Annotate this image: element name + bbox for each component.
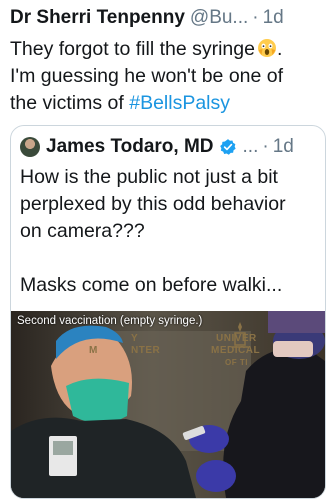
verified-badge-icon [219, 139, 236, 155]
wall-sign-left-line-3: NTER [131, 345, 161, 356]
author-handle[interactable]: @Bu... [190, 7, 248, 29]
tweet-header: Dr Sherri Tenpenny @Bu... · 1d [10, 7, 328, 33]
tweet-text-line-2: I'm guessing he won't be one of [10, 65, 284, 87]
screaming-face-icon [257, 39, 276, 57]
author-name[interactable]: Dr Sherri Tenpenny [10, 7, 185, 29]
tweet-text-line-1: They forgot to fill the syringe [10, 38, 255, 60]
vaccination-scene-image [11, 311, 325, 498]
quote-text-line-3: on camera??? [20, 220, 145, 242]
separator-dot: · [252, 7, 259, 28]
quoted-tweet[interactable]: James Todaro, MD ... · 1d How is the pub… [10, 125, 326, 499]
quote-handle-truncated: ... [242, 136, 259, 157]
tweet-time[interactable]: 1d [263, 7, 284, 29]
hashtag-link[interactable]: #BellsPalsy [129, 92, 230, 114]
quote-video-thumbnail[interactable]: Second vaccination (empty syringe.) Y M … [11, 311, 325, 498]
wall-sign-left-line-2: M [89, 345, 98, 356]
quote-text-line-4: Masks come on before walki... [20, 274, 283, 296]
tweet-text-line-3: the victims of [10, 92, 124, 114]
video-caption: Second vaccination (empty syringe.) [17, 315, 203, 327]
tweet[interactable]: Dr Sherri Tenpenny @Bu... · 1d They forg… [0, 0, 333, 500]
separator-dot: · [262, 136, 269, 157]
quote-author-name[interactable]: James Todaro, MD [46, 136, 214, 158]
quote-time[interactable]: 1d [273, 136, 294, 158]
avatar[interactable] [20, 137, 40, 157]
university-emblem-icon [232, 322, 248, 348]
wall-sign-right-line-3: OF TI [225, 358, 248, 367]
wall-sign-left-line-1: Y [131, 333, 139, 344]
quote-text-line-2: perplexed by this odd behavior [20, 193, 286, 215]
quote-text: How is the public not just a bit perplex… [20, 164, 318, 299]
quote-text-line-1: How is the public not just a bit [20, 166, 278, 188]
quote-header: James Todaro, MD ... · 1d [20, 134, 320, 160]
tweet-text: They forgot to fill the syringe . I'm gu… [10, 36, 328, 117]
